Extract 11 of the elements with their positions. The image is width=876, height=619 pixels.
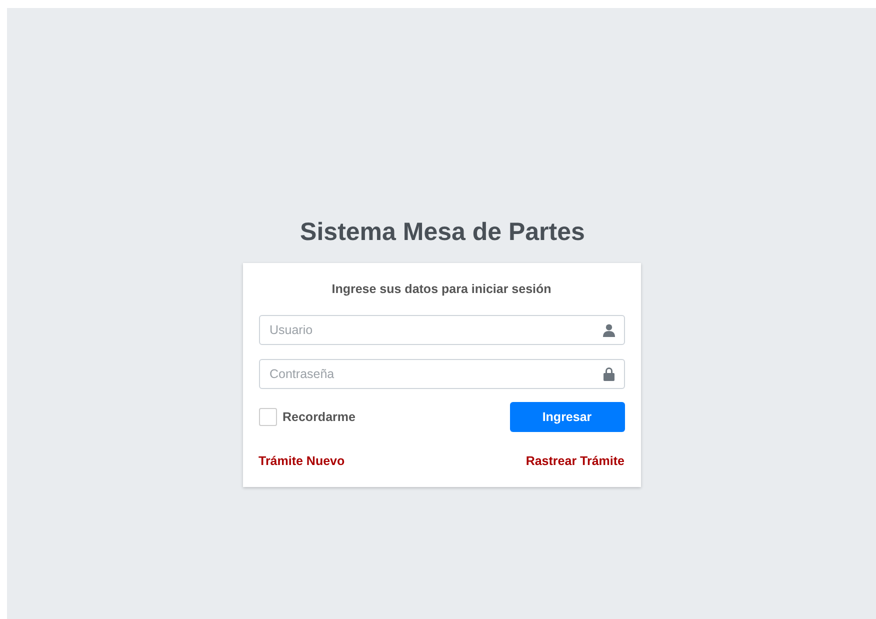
lock-icon xyxy=(602,367,614,381)
login-instruction: Ingrese sus datos para iniciar sesión xyxy=(330,281,552,298)
password-field[interactable]: Contraseña xyxy=(258,359,624,389)
remember-checkbox[interactable] xyxy=(258,408,276,426)
remember-label: Recordarme xyxy=(282,408,356,426)
page-title: Sistema Mesa de Partes xyxy=(300,217,585,248)
user-icon xyxy=(602,324,614,336)
login-button[interactable]: Ingresar xyxy=(510,402,624,432)
link[interactable]: Rastrear Trámite xyxy=(526,452,624,471)
link[interactable]: Trámite Nuevo xyxy=(258,452,345,471)
username-field[interactable]: Usuario xyxy=(258,315,624,345)
